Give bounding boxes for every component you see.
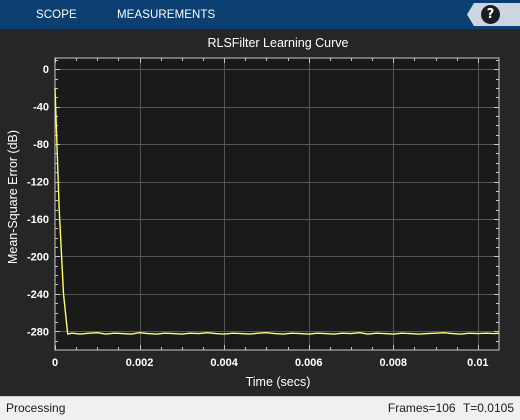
y-tick-label: -240 bbox=[27, 289, 49, 301]
tab-scope[interactable]: SCOPE bbox=[36, 0, 77, 29]
tab-measurements[interactable]: MEASUREMENTS bbox=[117, 0, 215, 29]
chart-title: RLSFilter Learning Curve bbox=[207, 36, 348, 50]
x-tick-label: 0 bbox=[52, 357, 58, 369]
help-button[interactable]: ? bbox=[481, 5, 500, 24]
scope-display: 0 0.002 0.004 0.006 0.008 0.01 0 -40 -80 -120 -160… bbox=[0, 29, 520, 396]
frames-count: Frames=106 bbox=[387, 401, 456, 415]
y-tick-label: -80 bbox=[33, 139, 49, 151]
x-tick-label: 0.006 bbox=[295, 357, 323, 369]
toolstrip: SCOPE MEASUREMENTS ? bbox=[0, 0, 520, 29]
sim-time: T=0.0105 bbox=[462, 401, 514, 415]
status-info: Frames=106 T=0.0105 bbox=[388, 401, 514, 415]
x-tick-label: 0.004 bbox=[210, 357, 238, 369]
learning-curve-chart: 0 0.002 0.004 0.006 0.008 0.01 0 -40 -80 -120 -160… bbox=[6, 36, 500, 389]
y-tick-label: -160 bbox=[27, 214, 49, 226]
y-tick-label: -40 bbox=[33, 102, 49, 114]
y-tick-label: 0 bbox=[43, 64, 49, 76]
y-tick-label: -120 bbox=[27, 177, 49, 189]
plot-area-background bbox=[54, 57, 500, 351]
y-axis-label: Mean-Square Error (dB) bbox=[6, 130, 20, 264]
x-tick-label: 0.01 bbox=[467, 357, 488, 369]
x-tick-label: 0.002 bbox=[126, 357, 154, 369]
x-tick-label: 0.008 bbox=[380, 357, 408, 369]
status-bar: Processing Frames=106 T=0.0105 bbox=[0, 396, 520, 420]
status-text: Processing bbox=[6, 401, 66, 415]
y-tick-label: -200 bbox=[27, 251, 49, 263]
y-tick-label: -280 bbox=[27, 326, 49, 338]
x-axis-label: Time (secs) bbox=[246, 375, 311, 389]
